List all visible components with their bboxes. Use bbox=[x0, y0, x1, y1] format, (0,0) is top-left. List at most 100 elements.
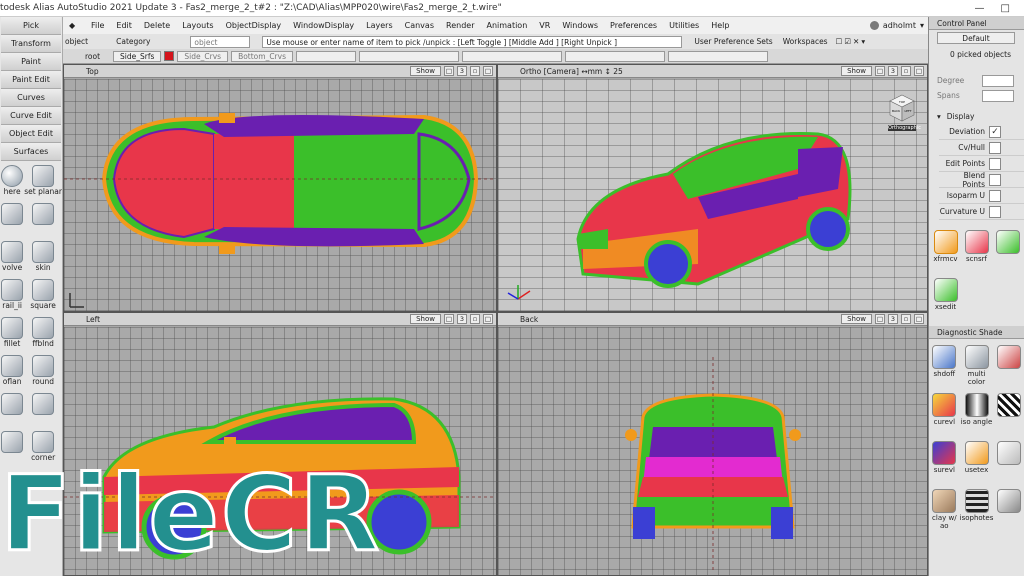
layer-side-crvs[interactable]: Side_Crvs bbox=[177, 50, 229, 62]
root-layer[interactable]: root bbox=[65, 52, 110, 61]
window-mode-icon[interactable]: □ bbox=[875, 314, 885, 324]
display-section-header[interactable]: ▾ Display bbox=[929, 109, 1024, 124]
palette-paint-edit[interactable]: Paint Edit bbox=[1, 71, 61, 89]
viewport-canvas[interactable]: TOP BACK LEFT Orthographic bbox=[498, 79, 927, 311]
checkbox-deviation[interactable]: ✓ bbox=[989, 125, 1001, 138]
palette-surfaces[interactable]: Surfaces bbox=[1, 143, 61, 161]
workspaces-button[interactable]: Workspaces bbox=[783, 37, 828, 46]
tool-set-planar[interactable]: set planar bbox=[24, 163, 62, 201]
tool-surface-fillet[interactable] bbox=[0, 391, 24, 429]
tool-flange[interactable]: oflan bbox=[0, 353, 24, 391]
preset-select[interactable]: Default bbox=[937, 31, 1015, 44]
checkbox-isoparm-u[interactable] bbox=[989, 189, 1001, 202]
palette-pick[interactable]: Pick bbox=[1, 17, 61, 35]
tool-rotate[interactable] bbox=[0, 201, 24, 239]
show-button[interactable]: Show bbox=[410, 66, 441, 76]
checkbox-edit-points[interactable] bbox=[989, 157, 1001, 170]
menu-delete[interactable]: Delete bbox=[138, 21, 176, 30]
diag-isophotes[interactable]: isophotes bbox=[960, 486, 993, 532]
layer-bottom-crvs[interactable]: Bottom_Crvs bbox=[231, 50, 293, 62]
close-view-icon[interactable]: □ bbox=[914, 66, 924, 76]
menu-windowdisplay[interactable]: WindowDisplay bbox=[287, 21, 360, 30]
view-cube[interactable]: TOP BACK LEFT Orthographic bbox=[888, 93, 921, 133]
object-field[interactable]: object bbox=[190, 35, 251, 48]
diag-zebra[interactable] bbox=[995, 390, 1022, 436]
diag-light[interactable] bbox=[995, 438, 1022, 484]
tool-xfrmcv[interactable]: xfrmcv bbox=[931, 227, 960, 273]
tool-sphere[interactable]: here bbox=[0, 163, 24, 201]
user-name[interactable]: adholmt bbox=[883, 21, 916, 30]
close-view-icon[interactable]: □ bbox=[483, 66, 493, 76]
layer-empty-2[interactable] bbox=[359, 50, 459, 62]
tool-rail[interactable]: rail_ii bbox=[0, 277, 24, 315]
menu-objectdisplay[interactable]: ObjectDisplay bbox=[220, 21, 288, 30]
palette-transform[interactable]: Transform bbox=[1, 35, 61, 53]
minimize-button[interactable]: — bbox=[975, 3, 985, 14]
diag-shdoff[interactable]: shdoff bbox=[931, 342, 958, 388]
maximize-button[interactable]: □ bbox=[1001, 3, 1010, 14]
checkbox-blend-points[interactable] bbox=[989, 173, 1001, 186]
display-cv-hull[interactable]: Cv/Hull bbox=[939, 140, 1024, 156]
diag-curevl[interactable]: curevl bbox=[931, 390, 958, 436]
menu-file[interactable]: File bbox=[85, 21, 110, 30]
viewport-back[interactable]: Back Show □ 3 ▫ □ bbox=[497, 312, 928, 576]
tool-revolve-surface[interactable] bbox=[24, 201, 62, 239]
close-view-icon[interactable]: □ bbox=[914, 314, 924, 324]
user-preference-sets[interactable]: User Preference Sets bbox=[694, 37, 772, 46]
menu-layers[interactable]: Layers bbox=[360, 21, 398, 30]
palette-object-edit[interactable]: Object Edit bbox=[1, 125, 61, 143]
menu-render[interactable]: Render bbox=[440, 21, 480, 30]
view-number[interactable]: 3 bbox=[888, 314, 898, 324]
tool-curve[interactable] bbox=[993, 227, 1022, 273]
menu-windows[interactable]: Windows bbox=[556, 21, 604, 30]
tool-square[interactable]: square bbox=[24, 277, 62, 315]
palette-paint[interactable]: Paint bbox=[1, 53, 61, 71]
palette-curve-edit[interactable]: Curve Edit bbox=[1, 107, 61, 125]
menu-animation[interactable]: Animation bbox=[480, 21, 533, 30]
diag-surevl[interactable]: surevl bbox=[931, 438, 958, 484]
tool-multi-blend[interactable] bbox=[24, 391, 62, 429]
layer-empty-1[interactable] bbox=[296, 50, 356, 62]
viewport-canvas[interactable] bbox=[498, 327, 927, 575]
tool-skin[interactable]: skin bbox=[24, 239, 62, 277]
menu-layouts[interactable]: Layouts bbox=[176, 21, 219, 30]
display-isoparm-u[interactable]: Isoparm U bbox=[939, 188, 1024, 204]
view-number[interactable]: 3 bbox=[457, 66, 467, 76]
window-mode-icon[interactable]: □ bbox=[444, 66, 454, 76]
layer-empty-3[interactable] bbox=[462, 50, 562, 62]
spans-field[interactable] bbox=[982, 89, 1014, 102]
display-deviation[interactable]: Deviation ✓ bbox=[939, 124, 1024, 140]
tool-fillet[interactable]: fillet bbox=[0, 315, 24, 353]
tool-ffblend[interactable]: ffblnd bbox=[24, 315, 62, 353]
maximize-view-icon[interactable]: ▫ bbox=[901, 66, 911, 76]
menu-preferences[interactable]: Preferences bbox=[604, 21, 663, 30]
show-button[interactable]: Show bbox=[410, 314, 441, 324]
layer-empty-5[interactable] bbox=[668, 50, 768, 62]
layout-toggle-icons[interactable]: ☐☑✕▾ bbox=[836, 37, 868, 46]
menu-vr[interactable]: VR bbox=[533, 21, 556, 30]
view-number[interactable]: 3 bbox=[457, 314, 467, 324]
show-button[interactable]: Show bbox=[841, 66, 872, 76]
layer-empty-4[interactable] bbox=[565, 50, 665, 62]
maximize-view-icon[interactable]: ▫ bbox=[470, 314, 480, 324]
layer-side-srfs[interactable]: Side_Srfs bbox=[113, 50, 162, 62]
tool-scnsrf[interactable]: scnsrf bbox=[962, 227, 991, 273]
user-dropdown-icon[interactable]: ▾ bbox=[920, 21, 924, 30]
degree-field[interactable] bbox=[982, 74, 1014, 87]
close-view-icon[interactable]: □ bbox=[483, 314, 493, 324]
checkbox-curvature-u[interactable] bbox=[989, 205, 1001, 218]
view-number[interactable]: 3 bbox=[888, 66, 898, 76]
menu-edit[interactable]: Edit bbox=[110, 21, 138, 30]
diag-clay-ao[interactable]: clay w/ ao bbox=[931, 486, 958, 532]
maximize-view-icon[interactable]: ▫ bbox=[901, 314, 911, 324]
menu-canvas[interactable]: Canvas bbox=[399, 21, 440, 30]
diag-usetex[interactable]: usetex bbox=[960, 438, 994, 484]
diag-multi-color[interactable]: multi color bbox=[960, 342, 994, 388]
diag-extra[interactable] bbox=[995, 486, 1022, 532]
layer-color-swatch[interactable] bbox=[164, 51, 175, 61]
display-blend-points[interactable]: Blend Points bbox=[939, 171, 1024, 189]
tool-xsedit[interactable]: xsedit bbox=[931, 275, 960, 321]
show-button[interactable]: Show bbox=[841, 314, 872, 324]
maximize-view-icon[interactable]: ▫ bbox=[470, 66, 480, 76]
tool-revolve[interactable]: volve bbox=[0, 239, 24, 277]
